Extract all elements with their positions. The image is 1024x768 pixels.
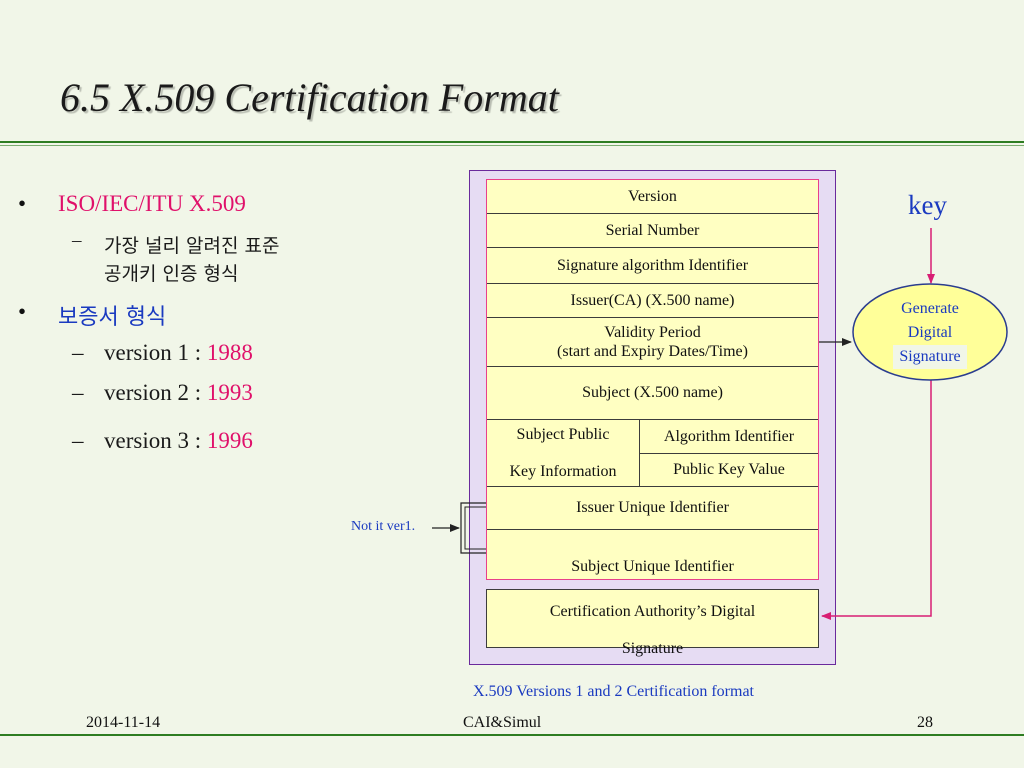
- connector-layer: [432, 228, 1008, 620]
- footer-date: 2014-11-14: [86, 714, 161, 731]
- footer-center: CAI&Simul: [463, 714, 542, 731]
- generate-signature-label: Generate Digital Signature: [860, 297, 1000, 369]
- diagram-caption: X.509 Versions 1 and 2 Certification for…: [473, 683, 754, 700]
- not-ver1-bracket-inner: [464, 506, 486, 550]
- footer-rule: [0, 734, 1024, 736]
- generate-line1: Generate: [901, 300, 959, 317]
- key-label: key: [908, 190, 947, 220]
- not-ver1-label: Not it ver1.: [351, 519, 416, 534]
- generate-line2: Digital: [907, 324, 953, 341]
- footer-page-number: 28: [917, 714, 933, 731]
- generate-line3: Signature: [893, 345, 967, 369]
- signature-to-ca-arrow: [821, 380, 932, 620]
